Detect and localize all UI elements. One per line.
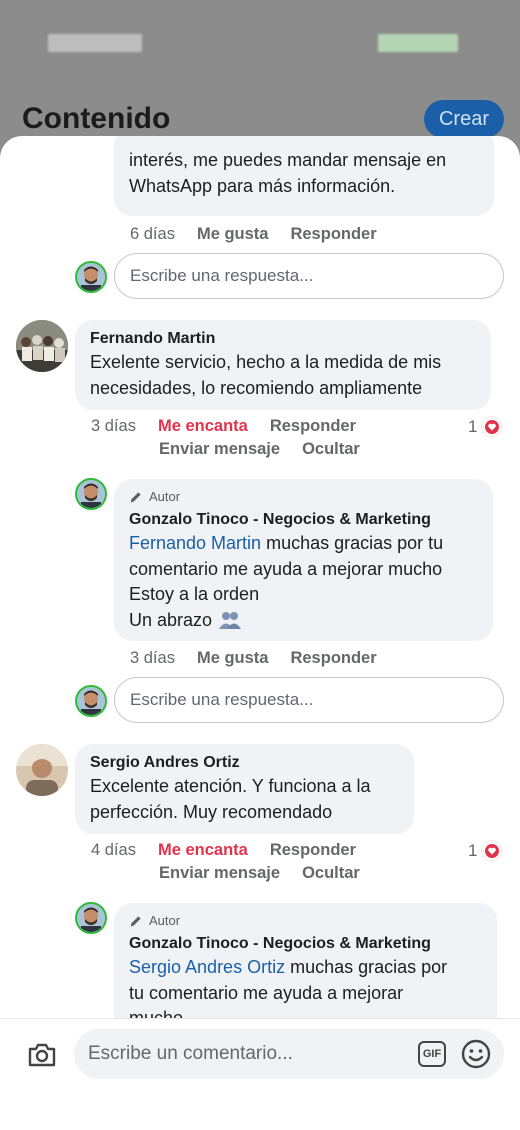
- pencil-icon: [130, 492, 141, 503]
- comment-actions: 3 días Me encanta Responder: [91, 417, 356, 436]
- heart-svg: [485, 420, 500, 434]
- send-message-button[interactable]: Enviar mensaje: [159, 440, 280, 459]
- comment-actions: 4 días Me encanta Responder: [91, 841, 356, 860]
- avatar: [75, 261, 107, 293]
- author-tag: Autor: [129, 911, 482, 931]
- like-button[interactable]: Me gusta: [197, 225, 269, 244]
- timestamp: 3 días: [91, 417, 136, 435]
- reply-text-line: Sergio Andres Ortiz muchas gracias por: [129, 955, 482, 981]
- page-title: Contenido: [22, 102, 171, 135]
- reply-button[interactable]: Responder: [290, 225, 376, 244]
- avatar: [75, 685, 107, 717]
- group-photo-icon: [16, 320, 68, 372]
- reply-input[interactable]: Escribe una respuesta...: [114, 253, 504, 299]
- comment-bubble: Fernando Martin Exelente servicio, hecho…: [75, 320, 491, 410]
- comment-extra-actions: Enviar mensaje Ocultar: [159, 864, 360, 883]
- author-tag-label: Autor: [149, 489, 181, 504]
- comment-text-line: Exelente servicio, hecho a la medida de …: [90, 352, 442, 372]
- timestamp: 4 días: [91, 841, 136, 859]
- reaction-count-value: 1: [468, 417, 478, 436]
- comments-sheet: interés, me puedes mandar mensaje en Wha…: [0, 136, 520, 1130]
- reaction-count[interactable]: 1: [468, 416, 504, 438]
- create-button[interactable]: Crear: [424, 100, 504, 138]
- user-avatar-icon: [77, 480, 105, 508]
- reaction-button[interactable]: Me encanta: [158, 417, 248, 436]
- reply-input-placeholder: Escribe una respuesta...: [130, 266, 314, 285]
- reply-text-line: Un abrazo: [129, 608, 478, 634]
- comment-composer-bar: Escribe un comentario... GIF: [0, 1018, 520, 1130]
- reply-text: muchas gracias por: [285, 957, 448, 977]
- comment-text-line: necesidades, lo recomiendo ampliamente: [90, 377, 423, 398]
- gif-icon[interactable]: GIF: [418, 1041, 446, 1067]
- reply-text-line: Fernando Martin muchas gracias por tu: [129, 531, 478, 557]
- heart-icon: [481, 416, 504, 438]
- hug-emoji-icon: [219, 612, 242, 630]
- reply-input[interactable]: Escribe una respuesta...: [114, 677, 504, 723]
- comment-text-line: Excelente atención. Y funciona a la: [90, 776, 371, 796]
- reply-input-placeholder: Escribe una respuesta...: [130, 690, 314, 709]
- heart-icon: [481, 840, 504, 862]
- like-button[interactable]: Me gusta: [197, 649, 269, 668]
- comment-extra-actions: Enviar mensaje Ocultar: [159, 440, 360, 459]
- comment-input-placeholder: Escribe un comentario...: [88, 1043, 293, 1064]
- emoji-icon[interactable]: [460, 1038, 492, 1070]
- comment-author[interactable]: Sergio Andres Ortiz: [90, 752, 399, 774]
- timestamp: 6 días: [130, 225, 175, 243]
- author-tag-label: Autor: [149, 913, 181, 928]
- avatar: [16, 320, 68, 372]
- status-bar-left: [48, 34, 142, 52]
- reply-text-line: tu comentario me ayuda a mejorar: [129, 982, 404, 1003]
- comment-input[interactable]: Escribe un comentario... GIF: [74, 1029, 504, 1079]
- camera-icon[interactable]: [26, 1039, 58, 1071]
- user-photo-icon: [16, 744, 68, 796]
- reply-actions: 6 días Me gusta Responder: [130, 225, 377, 244]
- reply-button[interactable]: Responder: [290, 649, 376, 668]
- reply-text: muchas gracias por tu: [261, 533, 444, 553]
- mention-link[interactable]: Sergio Andres Ortiz: [129, 957, 285, 977]
- user-avatar-icon: [77, 904, 105, 932]
- owner-reply-bubble: Autor Gonzalo Tinoco - Negocios & Market…: [114, 479, 493, 641]
- avatar: [75, 902, 107, 934]
- send-message-button[interactable]: Enviar mensaje: [159, 864, 280, 883]
- timestamp: 3 días: [130, 649, 175, 667]
- hide-button[interactable]: Ocultar: [302, 440, 360, 459]
- comment-bubble: Sergio Andres Ortiz Excelente atención. …: [75, 744, 414, 834]
- author-tag: Autor: [129, 487, 478, 507]
- reply-text-line: interés, me puedes mandar mensaje en: [129, 150, 447, 170]
- status-bar-right: [378, 34, 458, 52]
- pencil-icon: [130, 916, 141, 927]
- reply-text-line: comentario me ayuda a mejorar mucho: [129, 558, 443, 579]
- reply-text-line: Estoy a la orden: [129, 584, 260, 604]
- user-avatar-icon: [77, 687, 105, 715]
- avatar: [16, 744, 68, 796]
- comment-author[interactable]: Fernando Martin: [90, 328, 476, 350]
- reply-text: Un abrazo: [129, 609, 213, 630]
- reaction-count-value: 1: [468, 841, 478, 860]
- comment-author[interactable]: Gonzalo Tinoco - Negocios & Marketing: [129, 933, 482, 955]
- avatar: [75, 478, 107, 510]
- reaction-count[interactable]: 1: [468, 840, 504, 862]
- reaction-button[interactable]: Me encanta: [158, 841, 248, 860]
- hide-button[interactable]: Ocultar: [302, 864, 360, 883]
- comment-text-line: perfección. Muy recomendado: [90, 801, 333, 822]
- comment-author[interactable]: Gonzalo Tinoco - Negocios & Marketing: [129, 509, 478, 531]
- heart-svg: [485, 844, 500, 858]
- mention-link[interactable]: Fernando Martin: [129, 533, 261, 553]
- owner-reply-bubble: interés, me puedes mandar mensaje en Wha…: [114, 136, 494, 216]
- reply-button[interactable]: Responder: [270, 841, 356, 860]
- user-avatar-icon: [77, 263, 105, 291]
- reply-text-line: WhatsApp para más información.: [129, 175, 396, 196]
- reply-actions: 3 días Me gusta Responder: [130, 649, 377, 668]
- reply-button[interactable]: Responder: [270, 417, 356, 436]
